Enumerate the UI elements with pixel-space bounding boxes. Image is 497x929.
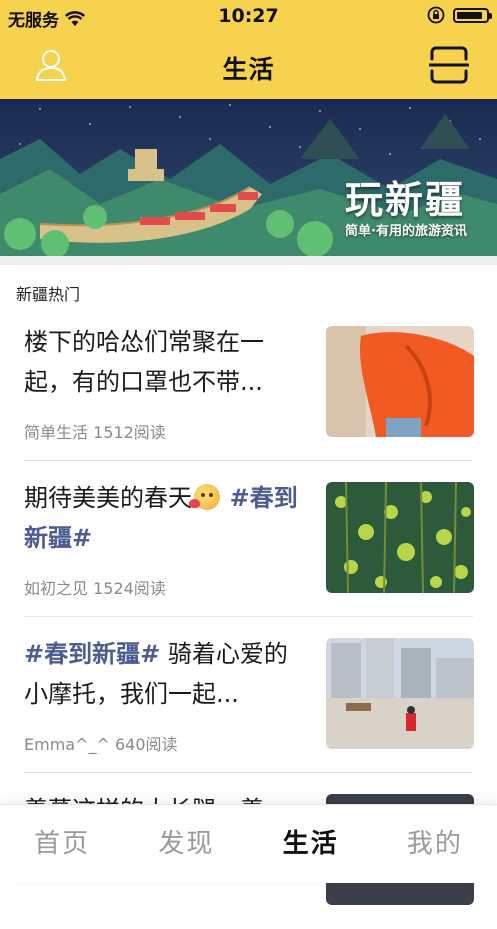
tab-life[interactable]: 生活 xyxy=(249,805,373,883)
scan-icon[interactable] xyxy=(429,45,469,85)
tab-bar: 首页 发现 生活 我的 xyxy=(0,804,497,883)
article-meta: 简单生活 1512阅读 xyxy=(24,423,166,442)
article-item[interactable]: #春到新疆# 骑着心爱的小摩托，我们一起... Emma^_^ 640阅读 xyxy=(0,617,497,773)
promo-banner[interactable]: 玩新疆 简单·有用的旅游资讯 xyxy=(0,99,497,256)
section-gap xyxy=(0,256,497,265)
status-right xyxy=(427,6,492,24)
article-title: #春到新疆# 骑着心爱的小摩托，我们一起... xyxy=(24,634,304,714)
article-meta: Emma^_^ 640阅读 xyxy=(24,735,178,754)
clock: 10:27 xyxy=(218,5,279,27)
article-meta: 如初之见 1524阅读 xyxy=(24,579,166,598)
nav-bar: 生活 xyxy=(0,33,497,99)
banner-subtitle: 简单·有用的旅游资讯 xyxy=(345,224,467,239)
article-title: 楼下的哈怂们常聚在一起，有的口罩也不带... xyxy=(24,322,304,402)
status-bar: 无服务 10:27 xyxy=(0,0,497,33)
orientation-lock-icon xyxy=(427,6,445,24)
title-text: 期待美美的春天 xyxy=(24,484,192,512)
section-title: 新疆热门 xyxy=(16,285,81,304)
article-thumbnail xyxy=(326,638,474,749)
tab-discover[interactable]: 发现 xyxy=(124,805,248,883)
article-item[interactable]: 期待美美的春天 #春到新疆# 如初之见 1524阅读 xyxy=(0,461,497,617)
title-text: 楼下的哈怂们常聚在一起，有的口罩也不带... xyxy=(24,328,264,396)
blushing-face-emoji-icon xyxy=(189,484,220,510)
article-title: 期待美美的春天 #春到新疆# xyxy=(24,478,304,558)
battery-level xyxy=(457,11,482,19)
battery-icon xyxy=(453,7,492,23)
page-title: 生活 xyxy=(222,55,275,84)
article-thumbnail xyxy=(326,326,474,437)
tab-mine[interactable]: 我的 xyxy=(373,805,497,883)
topic-tag[interactable]: #春到新疆# xyxy=(24,640,160,668)
tab-home[interactable]: 首页 xyxy=(0,805,124,883)
article-item[interactable]: 楼下的哈怂们常聚在一起，有的口罩也不带... 简单生活 1512阅读 xyxy=(0,305,497,461)
banner-title: 玩新疆 xyxy=(344,178,465,222)
article-thumbnail xyxy=(326,482,474,593)
